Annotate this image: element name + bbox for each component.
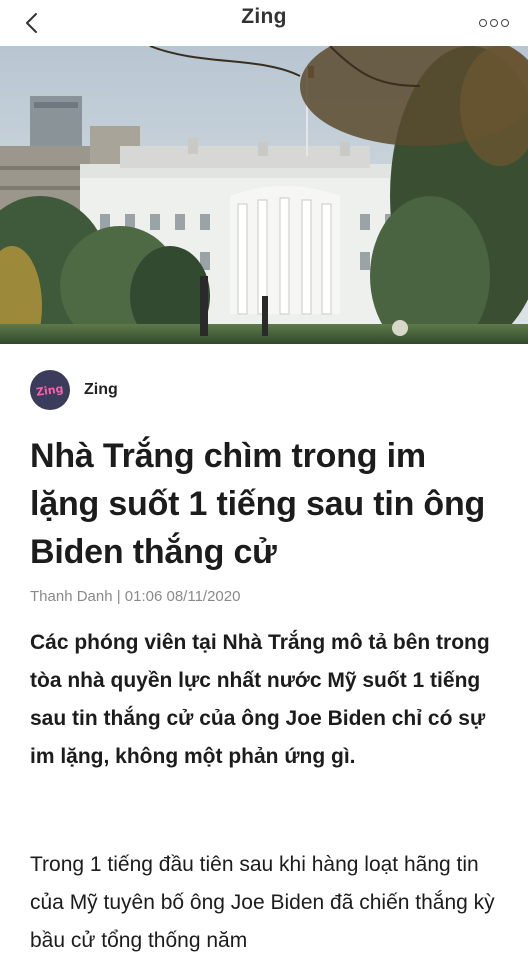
source-logo-text: Zing — [35, 381, 65, 399]
article-headline: Nhà Trắng chìm trong im lặng suốt 1 tiến… — [30, 437, 486, 571]
more-dot — [490, 19, 498, 27]
source-name: Zing — [84, 381, 118, 398]
article-screen: Zing Zing Zing Nhà Trắng chìm trong im l… — [0, 0, 528, 960]
source-row[interactable]: Zing Zing — [30, 369, 118, 411]
more-dot — [501, 19, 509, 27]
more-options-button[interactable] — [474, 5, 514, 41]
hero-image — [0, 46, 528, 344]
article-byline: Thanh Danh | 01:06 08/11/2020 — [30, 588, 241, 605]
source-logo: Zing — [30, 370, 70, 410]
white-house-photo — [0, 46, 528, 344]
article-body: Trong 1 tiếng đầu tiên sau khi hàng loạt… — [30, 853, 495, 952]
more-dots-icon — [479, 19, 487, 27]
top-navigation-bar: Zing — [0, 0, 528, 46]
article-sapo: Các phóng viên tại Nhà Trắng mô tả bên t… — [30, 631, 490, 768]
chevron-left-icon — [26, 13, 37, 33]
back-button[interactable] — [14, 5, 50, 41]
app-title: Zing — [241, 5, 287, 28]
